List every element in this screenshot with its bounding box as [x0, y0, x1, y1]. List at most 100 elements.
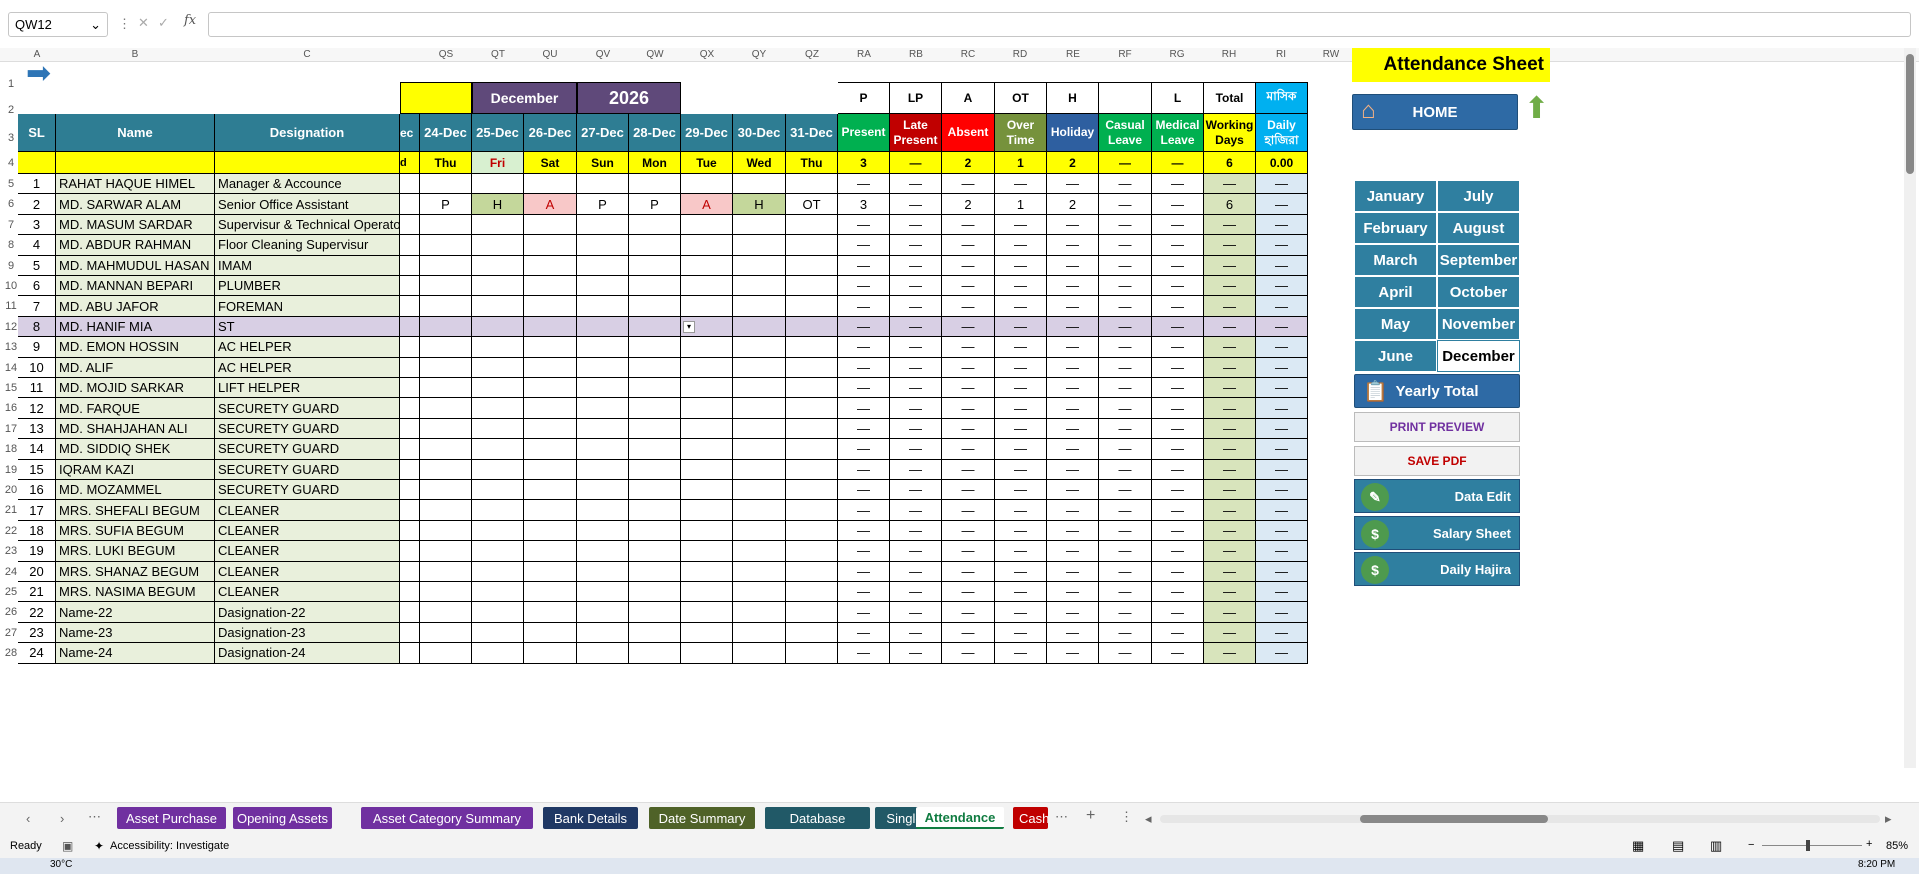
scroll-right-icon[interactable]: ▸	[1885, 811, 1892, 827]
attendance-cell[interactable]	[472, 235, 524, 256]
column-header[interactable]: RA	[849, 48, 879, 62]
month-button-september[interactable]: September	[1437, 244, 1520, 276]
page-layout-icon[interactable]: ▤	[1672, 838, 1684, 854]
column-header[interactable]: RE	[1058, 48, 1088, 62]
month-button-may[interactable]: May	[1354, 308, 1437, 340]
zoom-thumb[interactable]	[1806, 840, 1810, 851]
attendance-cell[interactable]	[472, 418, 524, 440]
month-button-march[interactable]: March	[1354, 244, 1437, 276]
tab-asset-purchase[interactable]: Asset Purchase	[117, 807, 226, 829]
attendance-cell[interactable]	[472, 398, 524, 419]
action-button[interactable]: $ Daily Hajira	[1354, 552, 1520, 586]
up-arrow-icon[interactable]: ⬆	[1524, 94, 1549, 124]
attendance-cell[interactable]	[733, 643, 786, 664]
attendance-cell[interactable]	[733, 459, 786, 480]
page-break-icon[interactable]: ▥	[1710, 838, 1722, 854]
attendance-cell[interactable]	[420, 296, 472, 317]
attendance-cell[interactable]	[786, 255, 838, 276]
attendance-cell[interactable]	[420, 255, 472, 276]
attendance-cell[interactable]	[472, 337, 524, 358]
column-header[interactable]: RD	[1005, 48, 1035, 62]
attendance-cell[interactable]: H	[472, 194, 524, 215]
attendance-cell[interactable]	[420, 500, 472, 521]
attendance-cell[interactable]	[681, 276, 733, 297]
action-button[interactable]: $ Salary Sheet	[1354, 516, 1520, 550]
attendance-cell[interactable]	[524, 357, 577, 378]
attendance-cell[interactable]	[733, 316, 786, 338]
attendance-cell[interactable]: A	[524, 194, 577, 215]
attendance-cell[interactable]	[629, 541, 681, 562]
attendance-cell[interactable]	[629, 480, 681, 501]
attendance-cell[interactable]	[472, 541, 524, 562]
attendance-cell[interactable]	[681, 398, 733, 419]
attendance-cell[interactable]	[681, 602, 733, 623]
attendance-cell[interactable]	[681, 439, 733, 460]
attendance-cell[interactable]	[733, 378, 786, 399]
attendance-cell[interactable]	[524, 622, 577, 644]
attendance-cell[interactable]	[629, 500, 681, 521]
attendance-cell[interactable]	[681, 296, 733, 317]
attendance-cell[interactable]	[681, 255, 733, 276]
attendance-cell[interactable]	[681, 541, 733, 562]
forward-arrow-icon[interactable]: ➡	[26, 56, 51, 91]
attendance-cell[interactable]	[733, 622, 786, 644]
month-button-august[interactable]: August	[1437, 212, 1520, 244]
attendance-cell[interactable]	[733, 418, 786, 440]
attendance-cell[interactable]	[786, 541, 838, 562]
attendance-cell[interactable]	[420, 378, 472, 399]
attendance-cell[interactable]	[733, 174, 786, 195]
attendance-cell[interactable]	[733, 296, 786, 317]
attendance-cell[interactable]	[681, 643, 733, 664]
attendance-cell[interactable]	[472, 316, 524, 338]
attendance-cell[interactable]	[577, 316, 629, 338]
attendance-cell[interactable]	[629, 459, 681, 480]
attendance-cell[interactable]	[733, 480, 786, 501]
attendance-cell[interactable]	[733, 520, 786, 542]
attendance-cell[interactable]	[681, 357, 733, 378]
attendance-cell[interactable]	[472, 255, 524, 276]
attendance-cell[interactable]	[577, 357, 629, 378]
attendance-cell[interactable]	[629, 337, 681, 358]
attendance-cell[interactable]	[420, 439, 472, 460]
attendance-cell[interactable]	[524, 316, 577, 338]
attendance-cell[interactable]	[524, 520, 577, 542]
save-pdf-button[interactable]: SAVE PDF	[1354, 446, 1520, 476]
print-preview-button[interactable]: PRINT PREVIEW	[1354, 412, 1520, 442]
attendance-cell[interactable]	[577, 337, 629, 358]
attendance-cell[interactable]	[681, 582, 733, 603]
attendance-cell[interactable]	[472, 214, 524, 236]
add-sheet-icon[interactable]: +	[1086, 807, 1095, 825]
attendance-cell[interactable]	[629, 174, 681, 195]
attendance-cell[interactable]	[577, 276, 629, 297]
attendance-cell[interactable]	[577, 398, 629, 419]
attendance-cell[interactable]	[786, 439, 838, 460]
attendance-cell[interactable]	[524, 255, 577, 276]
attendance-cell[interactable]	[577, 378, 629, 399]
attendance-cell[interactable]	[786, 337, 838, 358]
attendance-cell[interactable]	[733, 255, 786, 276]
attendance-cell[interactable]	[786, 174, 838, 195]
chevron-down-icon[interactable]: ⌄	[90, 17, 101, 33]
attendance-cell[interactable]	[524, 541, 577, 562]
attendance-cell[interactable]	[472, 582, 524, 603]
more-icon[interactable]: ⋮	[118, 16, 131, 32]
month-button-october[interactable]: October	[1437, 276, 1520, 308]
tab-database[interactable]: Database	[765, 807, 870, 829]
scrollbar-thumb[interactable]	[1360, 815, 1548, 823]
zoom-slider[interactable]	[1762, 840, 1862, 851]
column-header[interactable]: RG	[1162, 48, 1192, 62]
attendance-cell[interactable]	[577, 561, 629, 582]
column-header[interactable]: RB	[901, 48, 931, 62]
enter-icon[interactable]: ✓	[158, 15, 169, 31]
attendance-cell[interactable]	[629, 316, 681, 338]
attendance-cell[interactable]	[629, 398, 681, 419]
attendance-cell[interactable]	[733, 214, 786, 236]
cancel-icon[interactable]: ✕	[138, 15, 149, 31]
month-button-july[interactable]: July	[1437, 180, 1520, 212]
attendance-cell[interactable]	[681, 459, 733, 480]
normal-view-icon[interactable]: ▦	[1632, 838, 1644, 854]
attendance-cell[interactable]	[786, 480, 838, 501]
attendance-cell[interactable]	[420, 174, 472, 195]
column-header[interactable]: RH	[1214, 48, 1244, 62]
attendance-cell[interactable]	[472, 561, 524, 582]
